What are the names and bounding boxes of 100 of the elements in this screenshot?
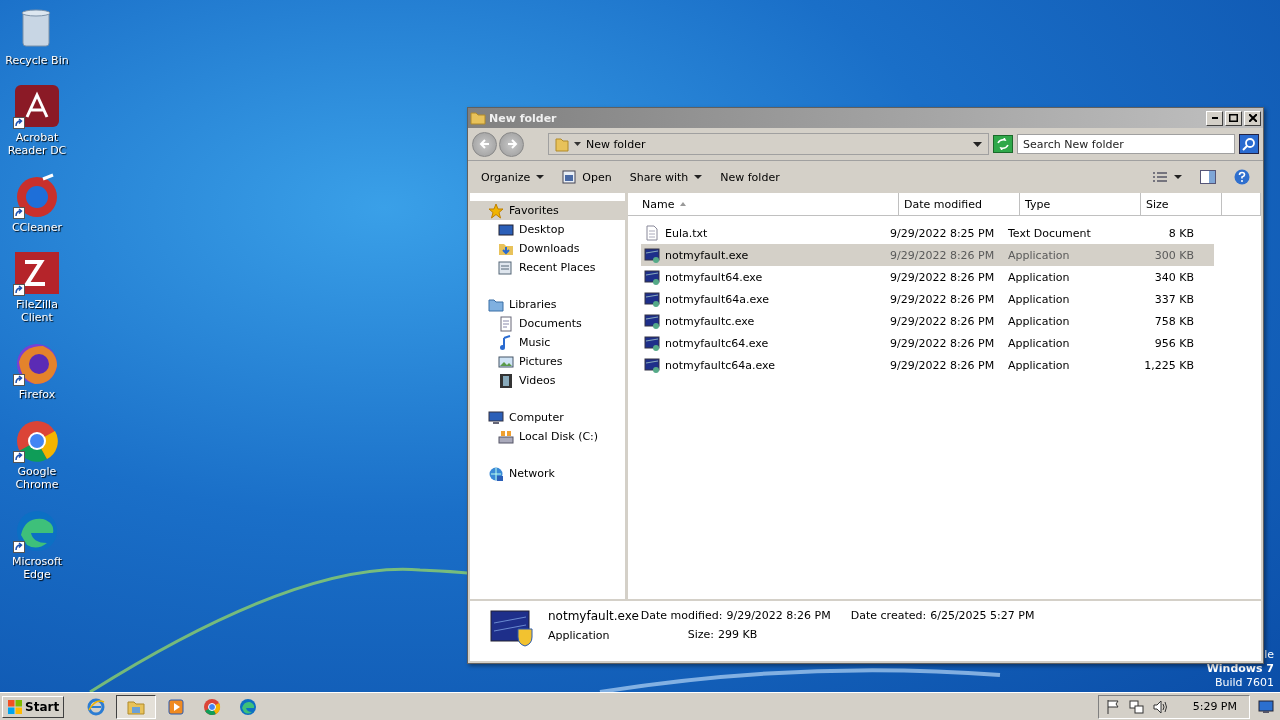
- size-cell-text: 300 KB: [1153, 248, 1195, 262]
- file-name: notmyfaultc.exe: [665, 314, 755, 328]
- type-cell-text: Application: [1007, 270, 1071, 284]
- text-file-icon: [644, 225, 660, 241]
- desktop-icon-label[interactable]: Microsoft Edge: [0, 555, 74, 581]
- type-cell-text: Application: [1007, 292, 1071, 306]
- file-row[interactable]: notmyfaultc64.exe 9/29/2022 8:26 PM Application 956 KB: [641, 332, 1214, 354]
- maximize-button[interactable]: [1225, 110, 1242, 126]
- file-row[interactable]: Eula.txt 9/29/2022 8:25 PM Text Document 8 KB: [641, 222, 1214, 244]
- nav-item[interactable]: Videos: [470, 371, 625, 390]
- size-cell-text: 1,225 KB: [1143, 358, 1195, 372]
- network-icon: [488, 465, 504, 482]
- folder-icon: [555, 136, 569, 152]
- property-value: 9/29/2022 8:26 PM: [726, 609, 831, 622]
- browser-circle-icon: [203, 697, 222, 716]
- file-name: notmyfault.exe: [548, 609, 639, 623]
- size-cell-text: 8 KB: [1167, 226, 1195, 240]
- dropdown-caret-icon: [973, 141, 982, 147]
- app-window-icon: [644, 335, 660, 351]
- search-button[interactable]: [1239, 134, 1259, 154]
- computer-icon: [488, 409, 504, 426]
- nav-item[interactable]: Recent Places: [470, 258, 625, 277]
- forward-button[interactable]: [499, 131, 524, 157]
- app-window-icon: [644, 291, 660, 307]
- desktop-icon-label[interactable]: FileZilla Client: [0, 298, 74, 324]
- app-shield-icon: [490, 609, 534, 647]
- desktop-icon: [498, 221, 514, 238]
- desktop-icon-label[interactable]: Acrobat Reader DC: [0, 131, 74, 157]
- window-title: New folder: [489, 111, 557, 125]
- minimize-button[interactable]: [1206, 110, 1223, 126]
- app-window-icon: [644, 357, 660, 373]
- size-cell-text: 340 KB: [1153, 270, 1195, 284]
- file-name: notmyfault64.exe: [665, 270, 763, 284]
- address-bar[interactable]: New folder: [548, 133, 989, 155]
- maximize-icon: [1229, 114, 1238, 122]
- file-row[interactable]: notmyfault64.exe 9/29/2022 8:26 PM Application 340 KB: [641, 266, 1214, 288]
- minimize-icon: [1211, 117, 1218, 119]
- nav-item[interactable]: Network: [470, 464, 625, 483]
- nav-item[interactable]: Downloads: [470, 239, 625, 258]
- file-name: notmyfaultc64a.exe: [665, 358, 775, 372]
- file-row[interactable]: notmyfault.exe 9/29/2022 8:26 PM Application 300 KB: [641, 244, 1214, 266]
- nav-item[interactable]: Local Disk (C:): [470, 427, 625, 446]
- network-icon: [1128, 698, 1145, 715]
- nav-item[interactable]: Documents: [470, 314, 625, 333]
- search-icon: [1242, 137, 1256, 151]
- start-button[interactable]: Start: [2, 695, 65, 718]
- nav-item[interactable]: Music: [470, 333, 625, 352]
- file-row[interactable]: notmyfault64a.exe 9/29/2022 8:26 PM Application 337 KB: [641, 288, 1214, 310]
- wave-browser-icon: [239, 697, 258, 716]
- property-label: Date modified:: [640, 609, 723, 622]
- folder-icon: [470, 110, 486, 126]
- taskbar-app-button[interactable]: [116, 694, 157, 719]
- nav-item[interactable]: Desktop: [470, 220, 625, 239]
- nav-item[interactable]: Favorites: [470, 201, 625, 220]
- desktop-icon-label[interactable]: CCleaner: [0, 221, 74, 234]
- size-cell-text: 337 KB: [1153, 292, 1195, 306]
- type-cell-text: Application: [1007, 314, 1071, 328]
- toolbar-button[interactable]: New folder: [713, 167, 787, 187]
- videos-icon: [498, 372, 514, 389]
- date-cell-text: 9/29/2022 8:26 PM: [889, 358, 996, 372]
- flag-icon: [1104, 698, 1121, 715]
- refresh-arrows-icon: [996, 138, 1010, 150]
- pictures-icon: [498, 353, 514, 370]
- help-icon: [1234, 169, 1250, 185]
- disk-icon: [498, 428, 514, 445]
- caret-icon: [536, 175, 545, 179]
- file-name: notmyfault.exe: [665, 248, 749, 262]
- back-button[interactable]: [472, 131, 497, 157]
- toolbar-menu[interactable]: Organize: [474, 167, 552, 187]
- e-browser-icon: [87, 697, 106, 716]
- refresh-button[interactable]: [993, 135, 1013, 153]
- toolbar-button[interactable]: Open: [555, 167, 619, 187]
- caret-icon: [694, 175, 703, 179]
- os-version-text: Build 7601: [1213, 676, 1274, 690]
- monitor-icon: [1258, 699, 1274, 714]
- desktop-icon-label[interactable]: Recycle Bin: [0, 54, 74, 67]
- desktop-icon-label[interactable]: Google Chrome: [0, 465, 74, 491]
- file-name: Eula.txt: [665, 226, 708, 240]
- clock-time[interactable]: 5:29 PM: [1192, 700, 1237, 713]
- desktop-icon-label[interactable]: Firefox: [0, 388, 74, 401]
- date-cell-text: 9/29/2022 8:25 PM: [889, 226, 996, 240]
- toolbar-menu[interactable]: Share with: [622, 167, 710, 187]
- address-path[interactable]: New folder: [586, 137, 646, 151]
- file-row[interactable]: notmyfaultc64a.exe 9/29/2022 8:26 PM Application 1,225 KB: [641, 354, 1214, 376]
- property-value: 299 KB: [718, 628, 758, 641]
- file-name: notmyfault64a.exe: [665, 292, 769, 306]
- nav-item[interactable]: Computer: [470, 408, 625, 427]
- library-icon: [488, 296, 504, 313]
- date-cell-text: 9/29/2022 8:26 PM: [889, 248, 996, 262]
- size-cell-text: 758 KB: [1153, 314, 1195, 328]
- close-button[interactable]: [1244, 110, 1261, 126]
- type-cell-text: Application: [1007, 248, 1071, 262]
- property-value: 6/25/2025 5:27 PM: [930, 609, 1035, 622]
- search-field[interactable]: Search New folder: [1017, 134, 1235, 154]
- nav-item[interactable]: Pictures: [470, 352, 625, 371]
- file-row[interactable]: notmyfaultc.exe 9/29/2022 8:26 PM Application 758 KB: [641, 310, 1214, 332]
- property-label: Date created:: [850, 609, 927, 622]
- date-cell-text: 9/29/2022 8:26 PM: [889, 336, 996, 350]
- nav-item[interactable]: Libraries: [470, 295, 625, 314]
- list-view-icon: [1152, 171, 1168, 183]
